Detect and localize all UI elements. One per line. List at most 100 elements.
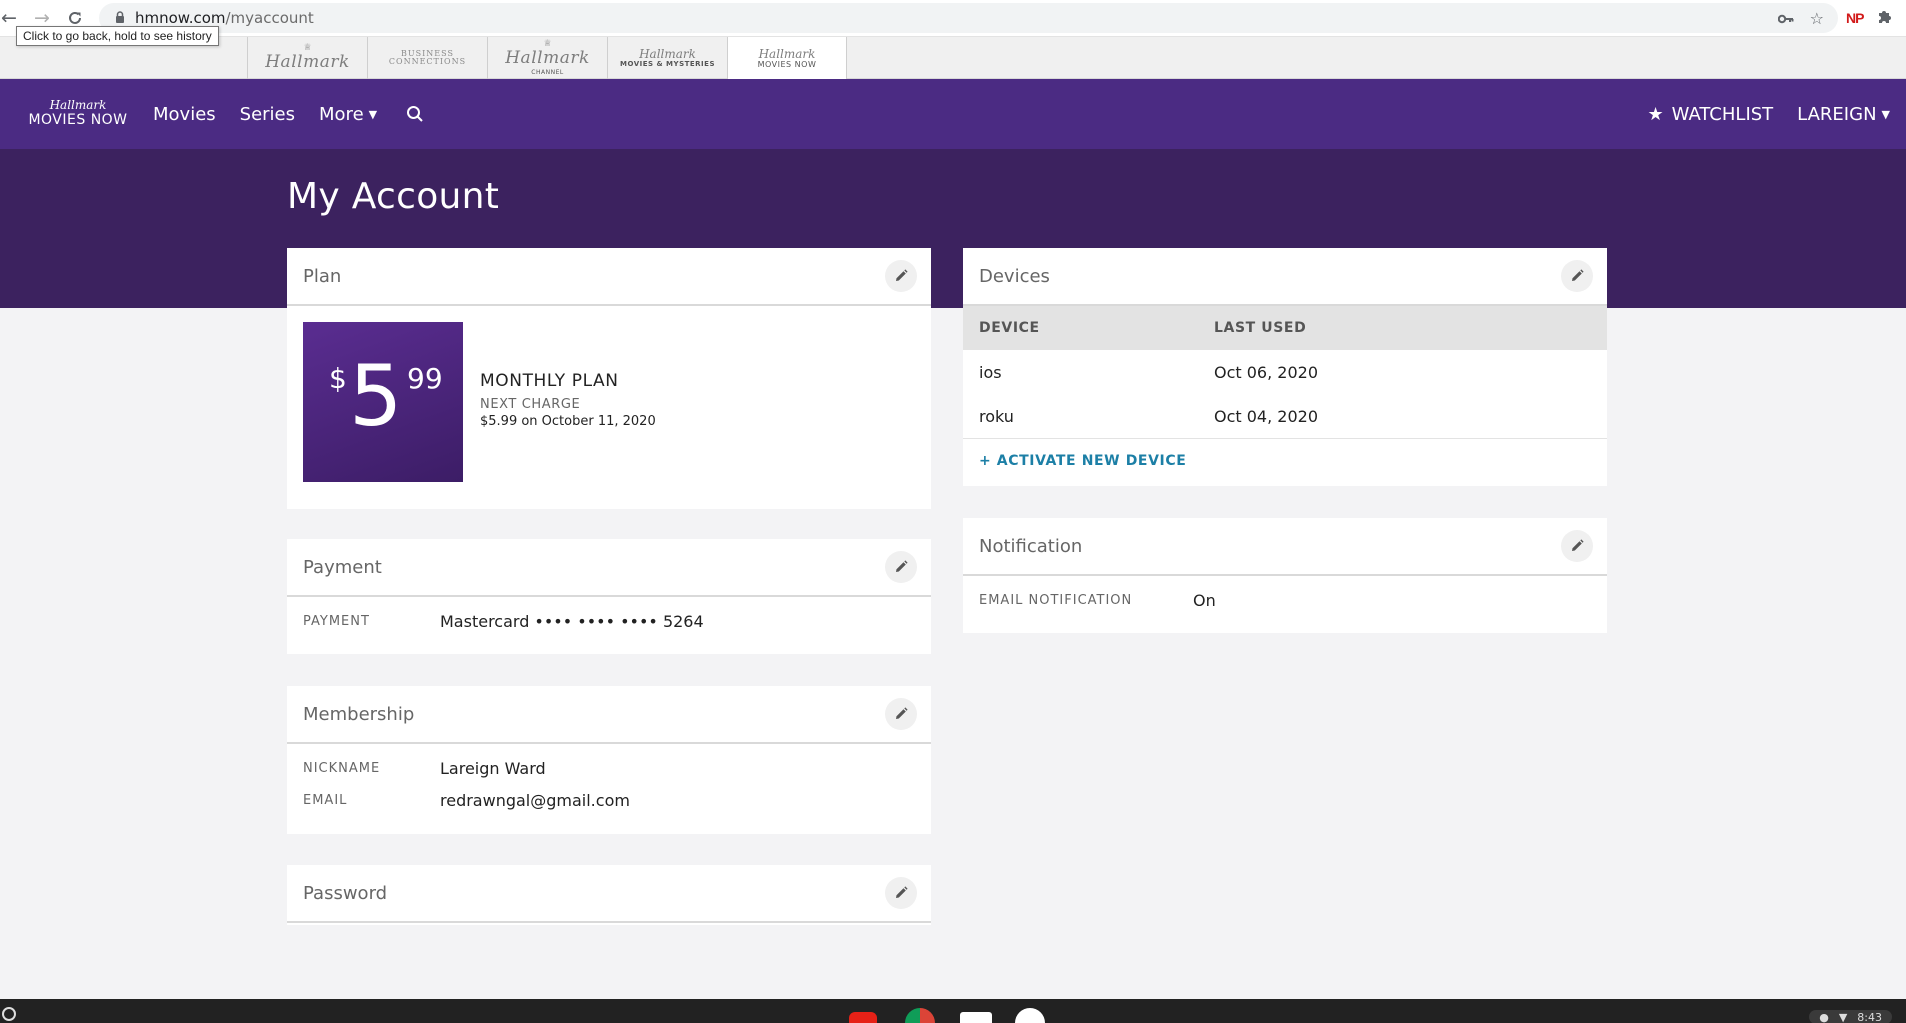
- password-card-header: Password: [287, 865, 931, 923]
- price-currency: $: [329, 362, 347, 395]
- key-icon[interactable]: [1777, 9, 1794, 28]
- payment-edit-pencil-icon[interactable]: [885, 551, 917, 583]
- wifi-icon: ▼: [1838, 1010, 1848, 1023]
- plan-card: Plan $ 5 99 MONTHLY PLAN NEXT CHARGE $5.…: [287, 248, 931, 509]
- card-title: Payment: [303, 556, 382, 578]
- logo-script: Hallmark: [49, 98, 107, 112]
- caret-down-icon: ▼: [1881, 107, 1890, 121]
- plan-name: MONTHLY PLAN: [480, 371, 619, 391]
- device-last-used: Oct 06, 2020: [1214, 362, 1318, 382]
- site-header: Hallmark MOVIES NOW Movies Series More ▼…: [0, 79, 1906, 149]
- email-notification-value: On: [1193, 590, 1216, 610]
- devices-edit-pencil-icon[interactable]: [1561, 260, 1593, 292]
- star-icon: ★: [1647, 103, 1664, 125]
- account-name-label: LAREIGN: [1797, 103, 1877, 125]
- clock-time: 8:43: [1857, 1010, 1882, 1023]
- url-path: /myaccount: [225, 9, 314, 27]
- plan-body: $ 5 99 MONTHLY PLAN NEXT CHARGE $5.99 on…: [287, 306, 931, 509]
- payment-card-header: Payment: [287, 539, 931, 597]
- youtube-app-icon[interactable]: [849, 1012, 877, 1023]
- brand-tab-sublabel: Channel: [531, 68, 564, 76]
- email-notification-row: EMAIL NOTIFICATION On: [963, 584, 1607, 616]
- search-icon[interactable]: [405, 104, 425, 124]
- price-cents: 99: [407, 362, 443, 395]
- card-title: Devices: [979, 265, 1050, 287]
- activate-row: + ACTIVATE NEW DEVICE: [963, 438, 1607, 483]
- back-button-tooltip: Click to go back, hold to see history: [16, 26, 219, 46]
- nav-more-label: More: [319, 103, 364, 125]
- extensions-puzzle-icon[interactable]: [1877, 9, 1892, 28]
- next-charge-value: $5.99 on October 11, 2020: [480, 414, 656, 429]
- activate-new-device-link[interactable]: + ACTIVATE NEW DEVICE: [979, 453, 1186, 469]
- hallmark-movies-now-logo[interactable]: Hallmark MOVIES NOW: [27, 99, 129, 129]
- brand-tabs-strip: ♕ Hallmark Business Connections ♕ Hallma…: [0, 37, 1906, 79]
- watchlist-label: WATCHLIST: [1671, 103, 1774, 125]
- bookmark-star-icon[interactable]: ☆: [1810, 9, 1824, 28]
- browser-toolbar: ← → hmnow.com/myaccount ☆ NP: [0, 0, 1906, 37]
- devices-table-header: DEVICE LAST USED: [963, 306, 1607, 350]
- os-taskbar: ● ▼ 8:43: [0, 999, 1906, 1023]
- brand-tab-label: Hallmark: [505, 47, 590, 68]
- brand-tab-hallmark[interactable]: ♕ Hallmark: [247, 37, 367, 79]
- nav-series[interactable]: Series: [240, 104, 295, 125]
- payment-label: PAYMENT: [303, 613, 370, 629]
- brand-tab-hallmark-channel[interactable]: ♕ Hallmark Channel: [487, 37, 607, 79]
- payment-row: PAYMENT Mastercard •••• •••• •••• 5264: [287, 605, 931, 637]
- notification-icon: ●: [1819, 1010, 1829, 1023]
- devices-card: Devices DEVICE LAST USED ios Oct 06, 202…: [963, 248, 1607, 486]
- nickname-row: NICKNAME Lareign Ward: [287, 752, 931, 784]
- plan-card-header: Plan: [287, 248, 931, 306]
- brand-tab-label: Hallmark: [265, 52, 350, 72]
- card-title: Plan: [303, 265, 342, 287]
- payment-value: Mastercard •••• •••• •••• 5264: [440, 611, 704, 631]
- plan-edit-pencil-icon[interactable]: [885, 260, 917, 292]
- password-card: Password: [287, 865, 931, 925]
- column-header-device: DEVICE: [979, 320, 1040, 336]
- url-host: hmnow.com: [135, 9, 226, 27]
- email-value: redrawngal@gmail.com: [440, 790, 630, 810]
- brand-tab-label: Hallmark: [758, 46, 816, 61]
- price-main: 5: [349, 347, 403, 445]
- brand-tab-business-connections[interactable]: Business Connections: [367, 37, 487, 79]
- brand-tab-label: Hallmark: [639, 46, 696, 61]
- device-name: ios: [979, 362, 1002, 382]
- launcher-icon[interactable]: [2, 1007, 16, 1021]
- gmail-app-icon[interactable]: [960, 1012, 992, 1023]
- notification-card: Notification EMAIL NOTIFICATION On: [963, 518, 1607, 633]
- brand-tab-label: Business Connections: [388, 49, 467, 66]
- brand-tab-movies-mysteries[interactable]: Hallmark Movies & Mysteries: [607, 37, 727, 79]
- membership-edit-pencil-icon[interactable]: [885, 698, 917, 730]
- crown-icon: ♕: [543, 38, 552, 49]
- account-menu[interactable]: LAREIGN ▼: [1797, 104, 1890, 125]
- caret-down-icon: ▼: [368, 107, 378, 121]
- logo-text: MOVIES NOW: [28, 112, 128, 128]
- brand-tab-sublabel: Movies Now: [757, 59, 817, 69]
- brand-tab-movies-now[interactable]: Hallmark Movies Now: [727, 37, 847, 79]
- column-header-last-used: LAST USED: [1214, 320, 1307, 336]
- play-store-app-icon[interactable]: [1015, 1008, 1045, 1023]
- brand-tab-sublabel: Movies & Mysteries: [619, 59, 715, 68]
- membership-card: Membership NICKNAME Lareign Ward EMAIL r…: [287, 686, 931, 834]
- payment-card: Payment PAYMENT Mastercard •••• •••• •••…: [287, 539, 931, 654]
- devices-card-header: Devices: [963, 248, 1607, 306]
- address-bar[interactable]: hmnow.com/myaccount ☆: [99, 3, 1838, 33]
- system-tray[interactable]: ● ▼ 8:43: [1809, 1010, 1892, 1023]
- hero-band: [0, 149, 1906, 308]
- card-title: Membership: [303, 703, 415, 725]
- membership-card-header: Membership: [287, 686, 931, 744]
- crown-icon: ♕: [303, 43, 312, 53]
- nav-movies[interactable]: Movies: [153, 104, 216, 125]
- watchlist-link[interactable]: ★ WATCHLIST: [1648, 104, 1774, 125]
- nickname-value: Lareign Ward: [440, 758, 546, 778]
- lock-icon: [115, 10, 125, 26]
- plan-info: MONTHLY PLAN NEXT CHARGE $5.99 on Octobe…: [480, 371, 656, 429]
- extension-np-badge[interactable]: NP: [1846, 10, 1864, 26]
- device-last-used: Oct 04, 2020: [1214, 406, 1318, 426]
- chrome-app-icon[interactable]: [905, 1008, 935, 1023]
- email-notification-label: EMAIL NOTIFICATION: [979, 592, 1133, 608]
- plan-price-box: $ 5 99: [303, 322, 463, 482]
- password-edit-pencil-icon[interactable]: [885, 877, 917, 909]
- notification-edit-pencil-icon[interactable]: [1561, 530, 1593, 562]
- table-row: roku Oct 04, 2020: [963, 394, 1607, 438]
- nav-more[interactable]: More ▼: [319, 104, 377, 125]
